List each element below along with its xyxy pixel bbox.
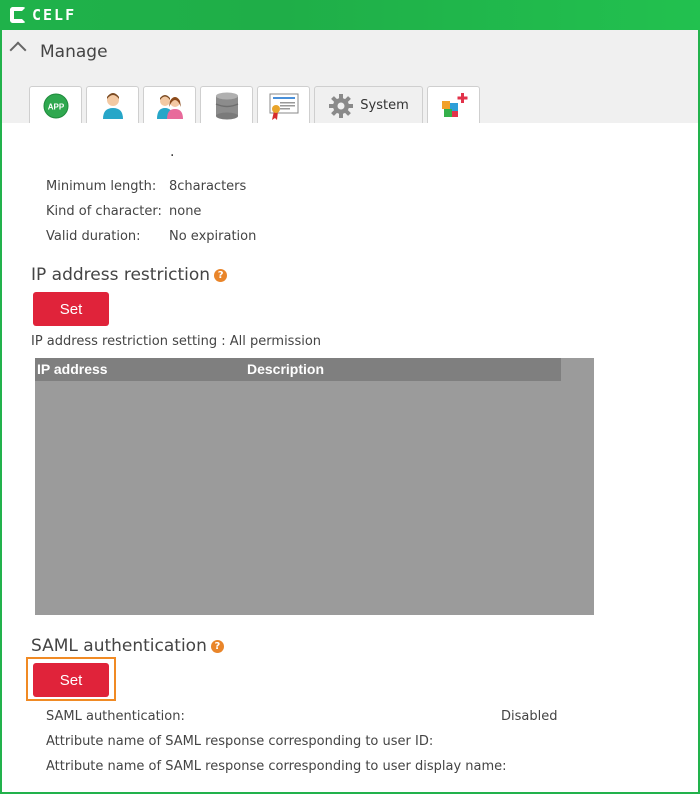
gear-icon	[329, 93, 354, 118]
column-description: Description	[247, 361, 325, 377]
policy-value: 8characters	[169, 179, 247, 194]
saml-key: Attribute name of SAML response correspo…	[46, 759, 507, 774]
help-icon[interactable]: ?	[214, 268, 228, 282]
app-icon-label: APP	[47, 102, 64, 111]
ip-address-table: IP address Description	[35, 358, 594, 615]
tab-apps[interactable]: APP	[29, 86, 82, 124]
saml-status-value: Disabled	[501, 709, 558, 724]
user-icon	[102, 92, 123, 119]
saml-key: SAML authentication:	[46, 709, 185, 724]
policy-value: No expiration	[169, 229, 257, 244]
app-icon: APP	[43, 93, 68, 118]
certificate-icon	[269, 93, 298, 120]
tab-license[interactable]	[257, 86, 310, 124]
ip-restriction-setting-text: IP address restriction setting : All per…	[31, 334, 322, 349]
brand-name: CELF	[32, 6, 77, 24]
tab-user[interactable]	[86, 86, 139, 124]
help-icon[interactable]: ?	[210, 639, 224, 653]
chevron-up-icon[interactable]	[9, 41, 27, 59]
blocks-add-icon	[441, 92, 467, 117]
tab-system-label: System	[360, 98, 409, 113]
saml-title: SAML authentication ?	[31, 636, 224, 656]
database-icon	[215, 92, 238, 119]
saml-row-user-id-attr: Attribute name of SAML response correspo…	[46, 734, 433, 749]
tab-database[interactable]	[200, 86, 253, 124]
tab-system[interactable]: System	[314, 86, 423, 124]
saml-row-display-name-attr: Attribute name of SAML response correspo…	[46, 759, 507, 774]
ip-restriction-title: IP address restriction ?	[31, 265, 228, 285]
policy-key: Kind of character:	[46, 204, 162, 219]
tab-groups[interactable]	[143, 86, 196, 124]
policy-key: Valid duration:	[46, 229, 141, 244]
users-icon	[156, 94, 183, 119]
column-ip-address: IP address	[37, 361, 108, 377]
saml-set-button[interactable]: Set	[33, 663, 109, 697]
tab-bar: APP System	[2, 76, 698, 124]
policy-key: Minimum length:	[46, 179, 157, 194]
manage-title: Manage	[40, 42, 108, 62]
brand-logo[interactable]: CELF	[10, 6, 76, 24]
ip-table-header: IP address Description	[35, 358, 561, 381]
policy-value: none	[169, 204, 202, 219]
celf-logo-icon	[10, 7, 26, 23]
truncated-text: .	[170, 144, 175, 160]
tab-extensions[interactable]	[427, 86, 480, 124]
top-bar: CELF	[0, 0, 700, 30]
saml-title-text: SAML authentication	[31, 636, 207, 656]
ip-restriction-title-text: IP address restriction	[31, 265, 211, 285]
saml-key: Attribute name of SAML response correspo…	[46, 734, 434, 749]
saml-row-status: SAML authentication:	[46, 709, 185, 724]
ip-restriction-set-button[interactable]: Set	[33, 292, 109, 326]
manage-header[interactable]: Manage	[2, 30, 698, 76]
